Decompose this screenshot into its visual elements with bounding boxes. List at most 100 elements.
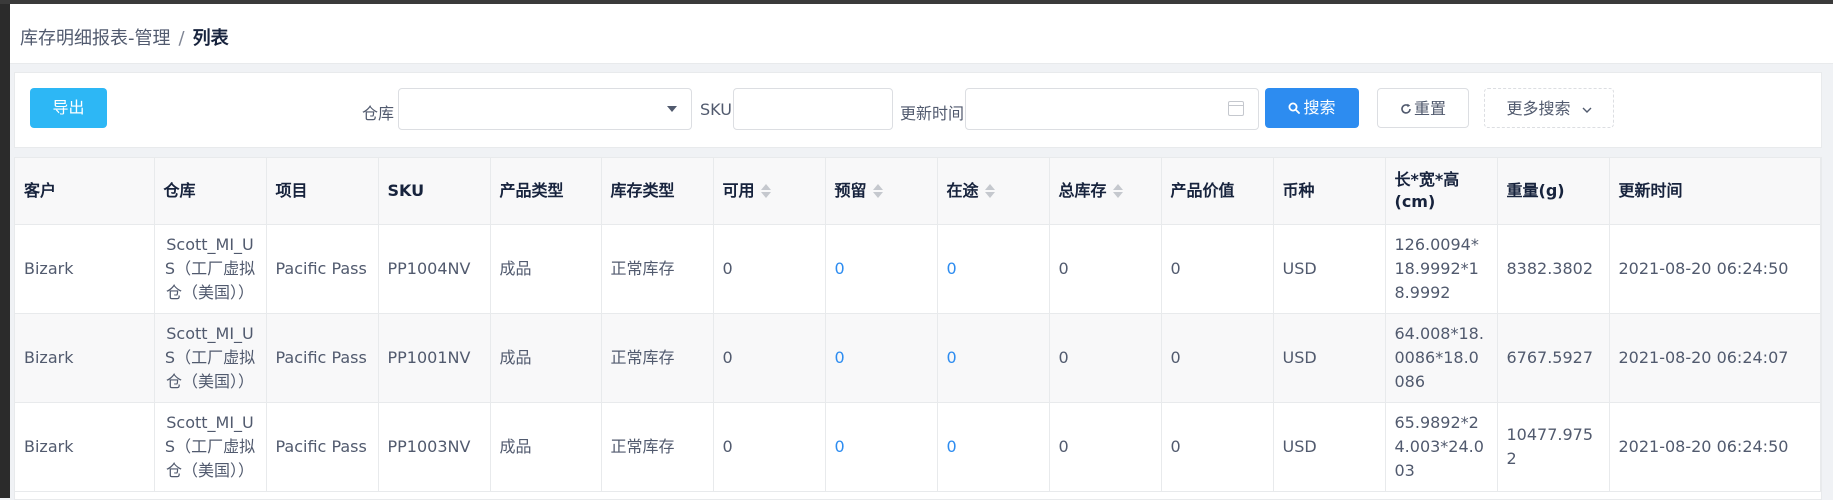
cell-product-type: 成品 <box>490 224 602 314</box>
sku-field[interactable] <box>733 88 893 130</box>
header-available-label: 可用 <box>722 180 755 200</box>
cell-weight: 6767.5927 <box>1497 313 1610 403</box>
cell-product-value: 0 <box>1161 402 1274 492</box>
cell-update-time: 2021-08-20 06:24:50 <box>1609 402 1821 492</box>
header-total-stock-label: 总库存 <box>1058 180 1107 200</box>
cell-sku: PP1001NV <box>378 313 491 403</box>
sort-icon[interactable] <box>872 183 883 199</box>
header-project: 项目 <box>266 158 379 225</box>
update-time-input[interactable] <box>966 89 1258 129</box>
chevron-down-icon <box>1582 107 1592 113</box>
cell-warehouse: Scott_MI_US（工厂虚拟仓（美国）） <box>154 402 267 492</box>
cell-available: 0 <box>713 224 826 314</box>
cell-warehouse: Scott_MI_US（工厂虚拟仓（美国）） <box>154 224 267 314</box>
left-edge-strip <box>0 4 10 498</box>
header-product-type: 产品类型 <box>490 158 602 225</box>
header-reserved[interactable]: 预留 <box>825 158 938 225</box>
cell-project: Pacific Pass <box>266 402 379 492</box>
cell-project: Pacific Pass <box>266 224 379 314</box>
cell-weight: 8382.3802 <box>1497 224 1610 314</box>
cell-dimensions: 64.008*18.0086*18.0086 <box>1385 313 1498 403</box>
caret-down-icon <box>667 106 677 112</box>
warehouse-select-value[interactable] <box>399 89 691 129</box>
cell-product-value: 0 <box>1161 224 1274 314</box>
cell-sku: PP1003NV <box>378 402 491 492</box>
cell-total-stock: 0 <box>1049 224 1162 314</box>
cell-reserved-link[interactable]: 0 <box>825 224 938 314</box>
cell-warehouse: Scott_MI_US（工厂虚拟仓（美国）） <box>154 313 267 403</box>
table-row: Bizark Scott_MI_US（工厂虚拟仓（美国）） Pacific Pa… <box>15 224 1821 314</box>
cell-total-stock: 0 <box>1049 402 1162 492</box>
reset-button[interactable]: 重置 <box>1377 88 1469 128</box>
inventory-table-container: 客户 仓库 项目 SKU 产品类型 库存类型 可用 预留 在途 总库存 产品价值… <box>14 157 1822 500</box>
breadcrumb-current: 列表 <box>192 28 229 49</box>
sku-label: SKU <box>700 100 732 119</box>
export-button[interactable]: 导出 <box>30 88 107 128</box>
header-weight: 重量(g) <box>1497 158 1610 225</box>
cell-currency: USD <box>1273 313 1386 403</box>
cell-available: 0 <box>713 313 826 403</box>
refresh-icon <box>1401 103 1411 114</box>
cell-update-time: 2021-08-20 06:24:07 <box>1609 313 1821 403</box>
header-sku: SKU <box>378 158 491 225</box>
reset-button-label: 重置 <box>1413 99 1446 118</box>
search-icon <box>1288 102 1301 114</box>
cell-available: 0 <box>713 402 826 492</box>
header-customer: 客户 <box>15 158 155 225</box>
cell-dimensions: 126.0094*18.9992*18.9992 <box>1385 224 1498 314</box>
header-reserved-label: 预留 <box>834 180 867 200</box>
cell-reserved-link[interactable]: 0 <box>825 313 938 403</box>
cell-in-transit-link[interactable]: 0 <box>937 313 1050 403</box>
cell-customer: Bizark <box>15 224 155 314</box>
search-button-label: 搜索 <box>1303 98 1336 117</box>
table-row: Bizark Scott_MI_US（工厂虚拟仓（美国）） Pacific Pa… <box>15 402 1821 492</box>
header-in-transit-label: 在途 <box>946 180 979 200</box>
update-time-picker[interactable] <box>965 88 1259 130</box>
calendar-icon[interactable] <box>1228 101 1244 116</box>
warehouse-select[interactable] <box>398 88 692 130</box>
cell-weight: 10477.9752 <box>1497 402 1610 492</box>
cell-stock-type: 正常库存 <box>601 313 714 403</box>
header-total-stock[interactable]: 总库存 <box>1049 158 1162 225</box>
breadcrumb-separator: / <box>178 28 185 49</box>
cell-product-value: 0 <box>1161 313 1274 403</box>
cell-stock-type: 正常库存 <box>601 224 714 314</box>
page-header: 库存明细报表-管理 / 列表 <box>10 4 1833 64</box>
table-row: Bizark Scott_MI_US（工厂虚拟仓（美国）） Pacific Pa… <box>15 313 1821 403</box>
header-in-transit[interactable]: 在途 <box>937 158 1050 225</box>
sort-icon[interactable] <box>760 183 771 199</box>
sort-icon[interactable] <box>984 183 995 199</box>
cell-customer: Bizark <box>15 402 155 492</box>
header-available[interactable]: 可用 <box>713 158 826 225</box>
breadcrumb-parent[interactable]: 库存明细报表-管理 <box>20 28 171 49</box>
cell-product-type: 成品 <box>490 313 602 403</box>
search-button[interactable]: 搜索 <box>1265 88 1359 128</box>
cell-customer: Bizark <box>15 313 155 403</box>
header-product-value: 产品价值 <box>1161 158 1274 225</box>
header-update-time: 更新时间 <box>1609 158 1821 225</box>
cell-in-transit-link[interactable]: 0 <box>937 402 1050 492</box>
cell-product-type: 成品 <box>490 402 602 492</box>
header-warehouse: 仓库 <box>154 158 267 225</box>
sku-input[interactable] <box>734 89 892 129</box>
cell-total-stock: 0 <box>1049 313 1162 403</box>
cell-sku: PP1004NV <box>378 224 491 314</box>
search-panel: 导出 仓库 SKU 更新时间 搜索 重置 更多搜索 <box>14 72 1822 148</box>
warehouse-label: 仓库 <box>362 104 395 123</box>
inventory-table: 客户 仓库 项目 SKU 产品类型 库存类型 可用 预留 在途 总库存 产品价值… <box>15 158 1821 492</box>
cell-project: Pacific Pass <box>266 313 379 403</box>
more-search-label: 更多搜索 <box>1506 99 1571 118</box>
header-currency: 币种 <box>1273 158 1386 225</box>
cell-currency: USD <box>1273 224 1386 314</box>
cell-reserved-link[interactable]: 0 <box>825 402 938 492</box>
cell-in-transit-link[interactable]: 0 <box>937 224 1050 314</box>
header-dimensions: 长*宽*高(cm) <box>1385 158 1498 225</box>
cell-update-time: 2021-08-20 06:24:50 <box>1609 224 1821 314</box>
cell-stock-type: 正常库存 <box>601 402 714 492</box>
sort-icon[interactable] <box>1112 183 1123 199</box>
header-stock-type: 库存类型 <box>601 158 714 225</box>
more-search-button[interactable]: 更多搜索 <box>1484 88 1614 128</box>
cell-currency: USD <box>1273 402 1386 492</box>
table-header-row: 客户 仓库 项目 SKU 产品类型 库存类型 可用 预留 在途 总库存 产品价值… <box>15 158 1821 225</box>
update-time-label: 更新时间 <box>900 104 965 123</box>
